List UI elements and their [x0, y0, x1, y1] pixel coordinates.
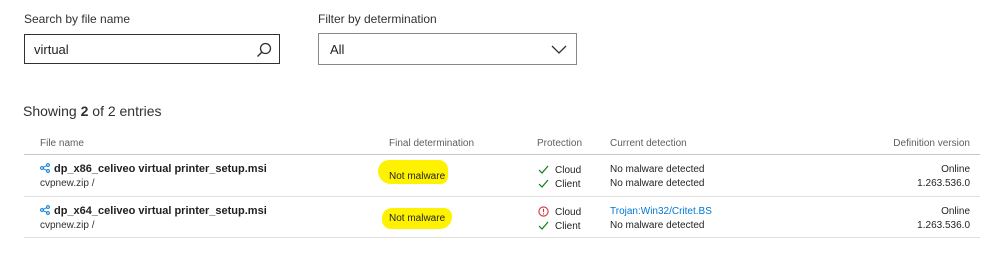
search-input-value[interactable]: virtual	[34, 42, 69, 57]
current-detection-cloud: No malware detected	[610, 164, 705, 175]
alert-icon	[538, 206, 549, 217]
definition-version-line1: Online	[941, 206, 970, 217]
column-header-final-determination[interactable]: Final determination	[389, 138, 474, 149]
protection-channel: Client	[555, 221, 581, 232]
file-path: cvpnew.zip /	[40, 220, 95, 231]
row-divider	[24, 237, 980, 238]
checkmark-icon	[538, 165, 549, 174]
file-name-text[interactable]: dp_x86_celiveo virtual printer_setup.msi	[54, 163, 267, 175]
determination-filter-select[interactable]: All	[318, 33, 577, 65]
summary-prefix: Showing	[23, 103, 81, 119]
search-label: Search by file name	[24, 12, 131, 26]
chevron-down-icon	[551, 45, 567, 54]
search-icon[interactable]	[255, 41, 273, 59]
definition-version-line1: Online	[941, 164, 970, 175]
final-determination-value: Not malware	[389, 171, 446, 182]
share-icon	[40, 205, 50, 215]
results-summary: Showing 2 of 2 entries	[23, 103, 162, 119]
column-header-file-name[interactable]: File name	[40, 138, 84, 149]
table-header-divider	[24, 154, 980, 155]
protection-channel: Cloud	[555, 207, 582, 218]
summary-suffix: of 2 entries	[88, 103, 162, 119]
file-name-text[interactable]: dp_x64_celiveo virtual printer_setup.msi	[54, 205, 267, 217]
column-header-protection[interactable]: Protection	[537, 138, 582, 149]
current-detection-link[interactable]: Trojan:Win32/Critet.BS	[610, 206, 712, 217]
checkmark-icon	[538, 221, 549, 230]
file-name-cell[interactable]: dp_x86_celiveo virtual printer_setup.msi	[40, 163, 267, 175]
row-divider	[24, 196, 980, 197]
search-input[interactable]: virtual	[24, 34, 280, 64]
filter-selected-value: All	[330, 42, 345, 57]
current-detection-client: No malware detected	[610, 220, 705, 231]
protection-client: Client	[538, 178, 581, 190]
file-path: cvpnew.zip /	[40, 178, 95, 189]
current-detection-client: No malware detected	[610, 178, 705, 189]
column-header-current-detection[interactable]: Current detection	[610, 138, 687, 149]
share-icon	[40, 163, 50, 173]
protection-cloud: Cloud	[538, 206, 581, 218]
checkmark-icon	[538, 179, 549, 188]
protection-channel: Client	[555, 179, 581, 190]
column-header-definition-version[interactable]: Definition version	[893, 138, 970, 149]
filter-label: Filter by determination	[318, 12, 437, 26]
submissions-page: Search by file name virtual Filter by de…	[0, 0, 1000, 256]
protection-cloud: Cloud	[538, 164, 581, 176]
protection-channel: Cloud	[555, 165, 582, 176]
final-determination-value: Not malware	[389, 213, 446, 224]
definition-version-line2: 1.263.536.0	[917, 220, 970, 231]
definition-version-line2: 1.263.536.0	[917, 178, 970, 189]
protection-client: Client	[538, 220, 581, 232]
file-name-cell[interactable]: dp_x64_celiveo virtual printer_setup.msi	[40, 205, 267, 217]
